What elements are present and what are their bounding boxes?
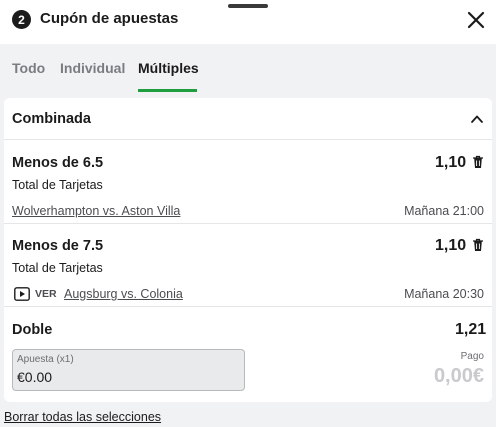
tab-todo[interactable]: Todo: [12, 60, 45, 76]
stake-value[interactable]: €0.00: [17, 369, 52, 385]
selection-market: Menos de 7.5: [12, 238, 104, 254]
selection-odds: 1,10: [435, 154, 467, 171]
payout-label: Pago: [460, 351, 484, 362]
trash-icon[interactable]: [472, 155, 484, 169]
tab-individual[interactable]: Individual: [60, 60, 125, 76]
clear-selections-link[interactable]: Borrar todas las selecciones: [4, 410, 161, 424]
bet-type-label: Doble: [12, 322, 53, 338]
selection-row: Menos de 7.5 1,10 Total de Tarjetas VER …: [4, 224, 492, 307]
tab-multiples[interactable]: Múltiples: [138, 60, 199, 76]
match-time: Mañana 20:30: [404, 287, 484, 301]
drag-handle[interactable]: [228, 4, 268, 8]
watch-label: VER: [35, 288, 57, 300]
stake-input[interactable]: Apuesta (x1) €0.00: [12, 349, 245, 391]
betslip-panel: 2 Cupón de apuestas Todo Individual Múlt…: [0, 0, 496, 427]
selection-row: Menos de 6.5 1,10 Total de Tarjetas Wolv…: [4, 141, 492, 224]
payout-value: 0,00€: [433, 365, 484, 387]
trash-icon[interactable]: [472, 238, 484, 252]
stake-label: Apuesta (x1): [17, 354, 74, 365]
selection-type: Total de Tarjetas: [12, 261, 103, 275]
play-icon: [14, 287, 30, 301]
section-title: Combinada: [12, 111, 91, 127]
selection-type: Total de Tarjetas: [12, 178, 103, 192]
combined-bet-card: Combinada Menos de 6.5 1,10 Total de Tar…: [4, 98, 492, 402]
match-link[interactable]: Wolverhampton vs. Aston Villa: [12, 204, 180, 218]
active-tab-indicator: [138, 89, 197, 92]
selection-market: Menos de 6.5: [12, 155, 104, 171]
selection-odds: 1,10: [435, 237, 467, 254]
total-odds: 1,21: [455, 321, 487, 338]
selection-count-badge: 2: [12, 10, 31, 29]
watch-button[interactable]: VER: [14, 286, 57, 302]
match-time: Mañana 21:00: [404, 204, 484, 218]
match-link[interactable]: Augsburg vs. Colonia: [64, 287, 183, 301]
betslip-title: Cupón de apuestas: [40, 10, 179, 27]
betslip-tabs: Todo Individual Múltiples: [0, 44, 496, 92]
chevron-up-icon[interactable]: [470, 112, 484, 126]
combined-section-header[interactable]: Combinada: [4, 98, 492, 140]
close-icon[interactable]: [465, 9, 487, 31]
